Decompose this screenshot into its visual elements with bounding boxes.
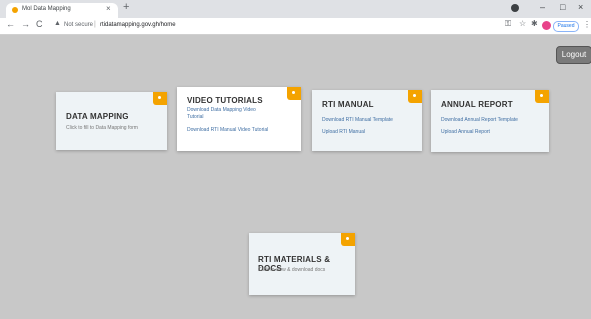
card-title: DATA MAPPING	[66, 112, 129, 121]
link-download-rti-manual-template[interactable]: Download RTI Manual Template	[322, 117, 393, 123]
menu-icon[interactable]: ⋮	[583, 20, 591, 29]
corner-badge-icon	[408, 90, 422, 103]
favicon-icon	[12, 7, 18, 13]
card-title: RTI MANUAL	[322, 100, 374, 109]
browser-tab[interactable]: Mol Data Mapping ×	[6, 3, 118, 18]
link-download-rti-manual-video[interactable]: Download RTI Manual Video Tutorial	[187, 127, 268, 133]
star-icon[interactable]: ☆	[519, 19, 526, 28]
corner-badge-icon	[153, 92, 167, 105]
link-download-annual-report-template[interactable]: Download Annual Report Template	[441, 117, 518, 123]
avatar[interactable]	[542, 21, 551, 30]
card-title: VIDEO TUTORIALS	[187, 96, 263, 105]
link-download-data-mapping-video-cont[interactable]: Tutorial	[187, 114, 204, 120]
card-title: ANNUAL REPORT	[441, 100, 513, 109]
minimize-icon[interactable]: –	[540, 2, 545, 12]
corner-badge-icon	[535, 90, 549, 103]
corner-badge-icon	[287, 87, 301, 100]
paused-badge[interactable]: Paused	[553, 21, 579, 32]
logout-button[interactable]: Logout	[556, 46, 591, 64]
address-bar: ← → C ▲ Not secure | rtidatamapping.gov.…	[0, 18, 591, 35]
link-upload-annual-report[interactable]: Upload Annual Report	[441, 129, 490, 135]
card-description: Click to view & download docs	[258, 267, 326, 273]
url-text: rtidatamapping.gov.gh/home	[100, 22, 176, 28]
window-close-icon[interactable]: ×	[578, 2, 583, 12]
link-upload-rti-manual[interactable]: Upload RTI Manual	[322, 129, 365, 135]
browser-tab-bar: Mol Data Mapping × + – □ ×	[0, 0, 591, 18]
reload-icon[interactable]: C	[36, 19, 43, 29]
warning-icon: ▲	[54, 20, 61, 27]
tab-title: Mol Data Mapping	[22, 6, 71, 12]
card-rti-materials[interactable]: RTI MATERIALS & DOCS Click to view & dow…	[249, 233, 355, 295]
new-tab-icon[interactable]: +	[123, 1, 129, 13]
card-data-mapping[interactable]: DATA MAPPING Click to fill to Data Mappi…	[56, 92, 167, 150]
corner-badge-icon	[341, 233, 355, 246]
back-icon[interactable]: ←	[6, 19, 15, 29]
card-video-tutorials: VIDEO TUTORIALS Download Data Mapping Vi…	[177, 87, 301, 151]
profile-circle-icon[interactable]	[511, 4, 519, 12]
card-rti-manual: RTI MANUAL Download RTI Manual Template …	[312, 90, 422, 151]
tab-close-icon[interactable]: ×	[106, 4, 111, 13]
key-icon[interactable]: ⚿	[505, 19, 511, 29]
maximize-icon[interactable]: □	[560, 2, 565, 12]
not-secure-label: Not secure	[64, 22, 94, 28]
link-download-data-mapping-video[interactable]: Download Data Mapping Video	[187, 107, 256, 113]
card-annual-report: ANNUAL REPORT Download Annual Report Tem…	[431, 90, 549, 152]
card-description: Click to fill to Data Mapping form	[66, 125, 138, 131]
extensions-icon[interactable]: ✱	[531, 19, 538, 28]
url-separator: |	[94, 21, 96, 28]
url-field[interactable]: ▲ Not secure | rtidatamapping.gov.gh/hom…	[52, 20, 472, 31]
forward-icon[interactable]: →	[21, 19, 30, 29]
